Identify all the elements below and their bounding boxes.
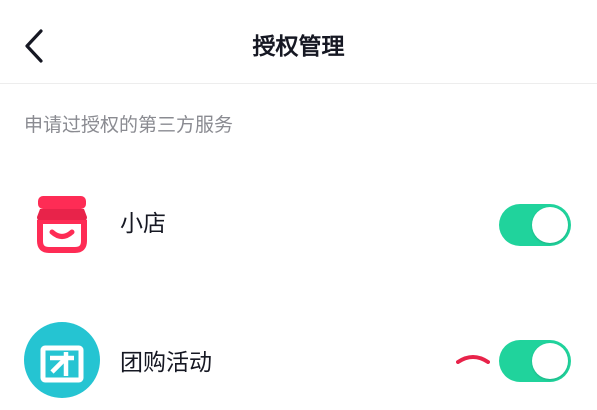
group-buy-icon <box>24 322 100 398</box>
service-label: 团购活动 <box>120 350 212 376</box>
page-title: 授权管理 <box>252 34 345 60</box>
notification-hint-icon <box>456 355 490 364</box>
shop-icon <box>24 186 100 262</box>
list-item-shop: 小店 <box>0 174 597 274</box>
navigation-bar: 授权管理 <box>0 0 597 84</box>
shop-authorization-toggle[interactable] <box>499 204 571 246</box>
section-header: 申请过授权的第三方服务 <box>24 114 234 136</box>
service-label: 小店 <box>120 211 166 237</box>
list-item-group-buy: 团购活动 <box>0 310 597 410</box>
toggle-knob <box>532 343 568 379</box>
toggle-knob <box>532 207 568 243</box>
group-buy-authorization-toggle[interactable] <box>499 340 571 382</box>
